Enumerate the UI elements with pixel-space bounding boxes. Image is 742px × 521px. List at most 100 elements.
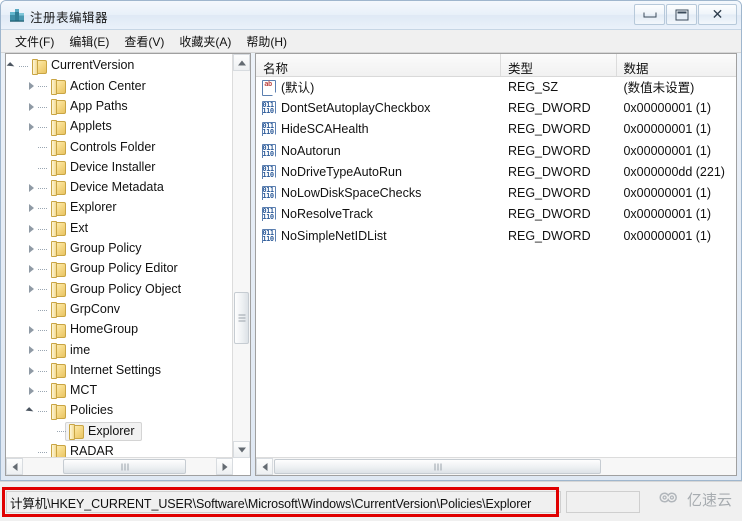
expand-triangle-icon[interactable] — [25, 97, 38, 117]
expand-triangle-icon[interactable] — [25, 219, 38, 239]
list-hscroll-thumb[interactable] — [274, 459, 601, 474]
tree-item[interactable]: GrpConv — [6, 300, 232, 320]
expand-triangle-icon[interactable] — [25, 178, 38, 198]
tree-item-content: CurrentVersion — [29, 58, 136, 75]
tree-item[interactable]: Device Installer — [6, 157, 232, 177]
collapse-triangle-icon[interactable] — [25, 401, 38, 421]
tree-connector — [38, 178, 48, 198]
watermark-text: 亿速云 — [687, 489, 732, 510]
tree-item[interactable]: RADAR — [6, 442, 232, 458]
tree-item-content: MCT — [48, 382, 99, 399]
value-type-cell: REG_DWORD — [501, 186, 617, 200]
tree-item-label: MCT — [70, 384, 97, 397]
expand-triangle-icon[interactable] — [25, 198, 38, 218]
table-row[interactable]: 011110HideSCAHealthREG_DWORD0x00000001 (… — [256, 119, 736, 140]
registry-tree[interactable]: CurrentVersionAction CenterApp PathsAppl… — [6, 56, 232, 458]
tree-item-content: Ext — [48, 220, 90, 237]
table-row[interactable]: 011110NoResolveTrackREG_DWORD0x00000001 … — [256, 204, 736, 225]
tree-vertical-scrollbar[interactable] — [232, 54, 250, 458]
tree-item-content: Controls Folder — [48, 139, 157, 156]
tree-connector — [38, 381, 48, 401]
menu-edit[interactable]: 编辑(E) — [65, 31, 120, 52]
minimize-button[interactable] — [634, 4, 665, 25]
tree-item[interactable]: Group Policy — [6, 239, 232, 259]
table-row[interactable]: 011110NoDriveTypeAutoRunREG_DWORD0x00000… — [256, 161, 736, 182]
value-data-cell: 0x00000001 (1) — [616, 229, 736, 243]
tree-item-label: Device Metadata — [70, 181, 164, 194]
tree-item[interactable]: Group Policy Editor — [6, 259, 232, 279]
folder-icon — [50, 323, 66, 337]
registry-path: 计算机\HKEY_CURRENT_USER\Software\Microsoft… — [10, 493, 531, 512]
tree-item-content: HomeGroup — [48, 322, 140, 339]
folder-icon — [68, 424, 84, 438]
tree-vscroll-thumb[interactable] — [234, 292, 249, 344]
expand-triangle-icon[interactable] — [25, 381, 38, 401]
menu-view[interactable]: 查看(V) — [120, 31, 175, 52]
tree-item[interactable]: Explorer — [6, 198, 232, 218]
table-row[interactable]: 011110DontSetAutoplayCheckboxREG_DWORD0x… — [256, 97, 736, 118]
column-header-data[interactable]: 数据 — [617, 54, 737, 76]
tree-item[interactable]: HomeGroup — [6, 320, 232, 340]
tree-scroll-left-button[interactable] — [6, 458, 23, 475]
tree-item[interactable]: Device Metadata — [6, 178, 232, 198]
tree-connector — [38, 259, 48, 279]
table-row[interactable]: 011110NoAutorunREG_DWORD0x00000001 (1) — [256, 140, 736, 161]
list-scroll-left-button[interactable] — [256, 458, 273, 475]
folder-icon — [50, 404, 66, 418]
tree-item[interactable]: Applets — [6, 117, 232, 137]
expand-triangle-icon[interactable] — [25, 320, 38, 340]
expand-triangle-icon[interactable] — [25, 259, 38, 279]
expand-triangle-icon[interactable] — [25, 361, 38, 381]
window-controls: ✕ — [634, 4, 737, 25]
tree-scroll-down-button[interactable] — [233, 441, 250, 458]
expand-triangle-icon[interactable] — [25, 340, 38, 360]
table-row[interactable]: 011110NoSimpleNetIDListREG_DWORD0x000000… — [256, 225, 736, 246]
tree-item[interactable]: Action Center — [6, 76, 232, 96]
tree-item-label: Group Policy Object — [70, 283, 181, 296]
value-data-cell: 0x00000001 (1) — [616, 101, 736, 115]
tree-connector — [38, 279, 48, 299]
expand-triangle-icon[interactable] — [25, 279, 38, 299]
tree-item[interactable]: Internet Settings — [6, 360, 232, 380]
tree-item[interactable]: MCT — [6, 381, 232, 401]
tree-leaf-spacer — [25, 300, 38, 320]
close-button[interactable]: ✕ — [698, 4, 737, 25]
collapse-triangle-icon[interactable] — [6, 56, 19, 76]
column-header-name[interactable]: 名称 — [256, 54, 501, 76]
list-horizontal-scrollbar[interactable] — [256, 457, 736, 475]
tree-item-label: ime — [70, 344, 90, 357]
tree-item[interactable]: Ext — [6, 218, 232, 238]
table-row[interactable]: ab(默认)REG_SZ(数值未设置) — [256, 76, 736, 97]
tree-item[interactable]: ime — [6, 340, 232, 360]
dword-value-icon: 011110 — [261, 207, 276, 221]
registry-values-list[interactable]: ab(默认)REG_SZ(数值未设置)011110DontSetAutoplay… — [256, 76, 736, 457]
tree-item[interactable]: Group Policy Object — [6, 279, 232, 299]
tree-scroll-right-button[interactable] — [216, 458, 233, 475]
expand-triangle-icon[interactable] — [25, 117, 38, 137]
tree-connector — [38, 239, 48, 259]
tree-item-label: Policies — [70, 404, 113, 417]
maximize-button[interactable] — [666, 4, 697, 25]
menu-help[interactable]: 帮助(H) — [242, 31, 298, 52]
column-header-type[interactable]: 类型 — [501, 54, 617, 76]
table-row[interactable]: 011110NoLowDiskSpaceChecksREG_DWORD0x000… — [256, 182, 736, 203]
value-data-cell: 0x00000001 (1) — [616, 186, 736, 200]
registry-editor-window: 注册表编辑器 ✕ 文件(F) 编辑(E) 查看(V) 收藏夹(A) 帮助(H) … — [0, 0, 742, 521]
tree-item[interactable]: App Paths — [6, 97, 232, 117]
menu-favorites[interactable]: 收藏夹(A) — [175, 31, 242, 52]
tree-item[interactable]: Policies — [6, 401, 232, 421]
status-path-field[interactable]: 计算机\HKEY_CURRENT_USER\Software\Microsoft… — [6, 491, 561, 513]
expand-triangle-icon[interactable] — [25, 76, 38, 96]
tree-item[interactable]: Explorer — [6, 421, 232, 441]
tree-hscroll-thumb[interactable] — [63, 459, 186, 474]
menu-file[interactable]: 文件(F) — [11, 31, 65, 52]
tree-item[interactable]: CurrentVersion — [6, 56, 232, 76]
value-name: NoAutorun — [281, 144, 341, 158]
value-data-cell: 0x00000001 (1) — [616, 207, 736, 221]
value-type-cell: REG_DWORD — [501, 165, 617, 179]
tree-horizontal-scrollbar[interactable] — [6, 457, 233, 475]
tree-item[interactable]: Controls Folder — [6, 137, 232, 157]
dword-value-icon: 011110 — [261, 101, 276, 115]
tree-scroll-up-button[interactable] — [233, 54, 250, 71]
expand-triangle-icon[interactable] — [25, 239, 38, 259]
